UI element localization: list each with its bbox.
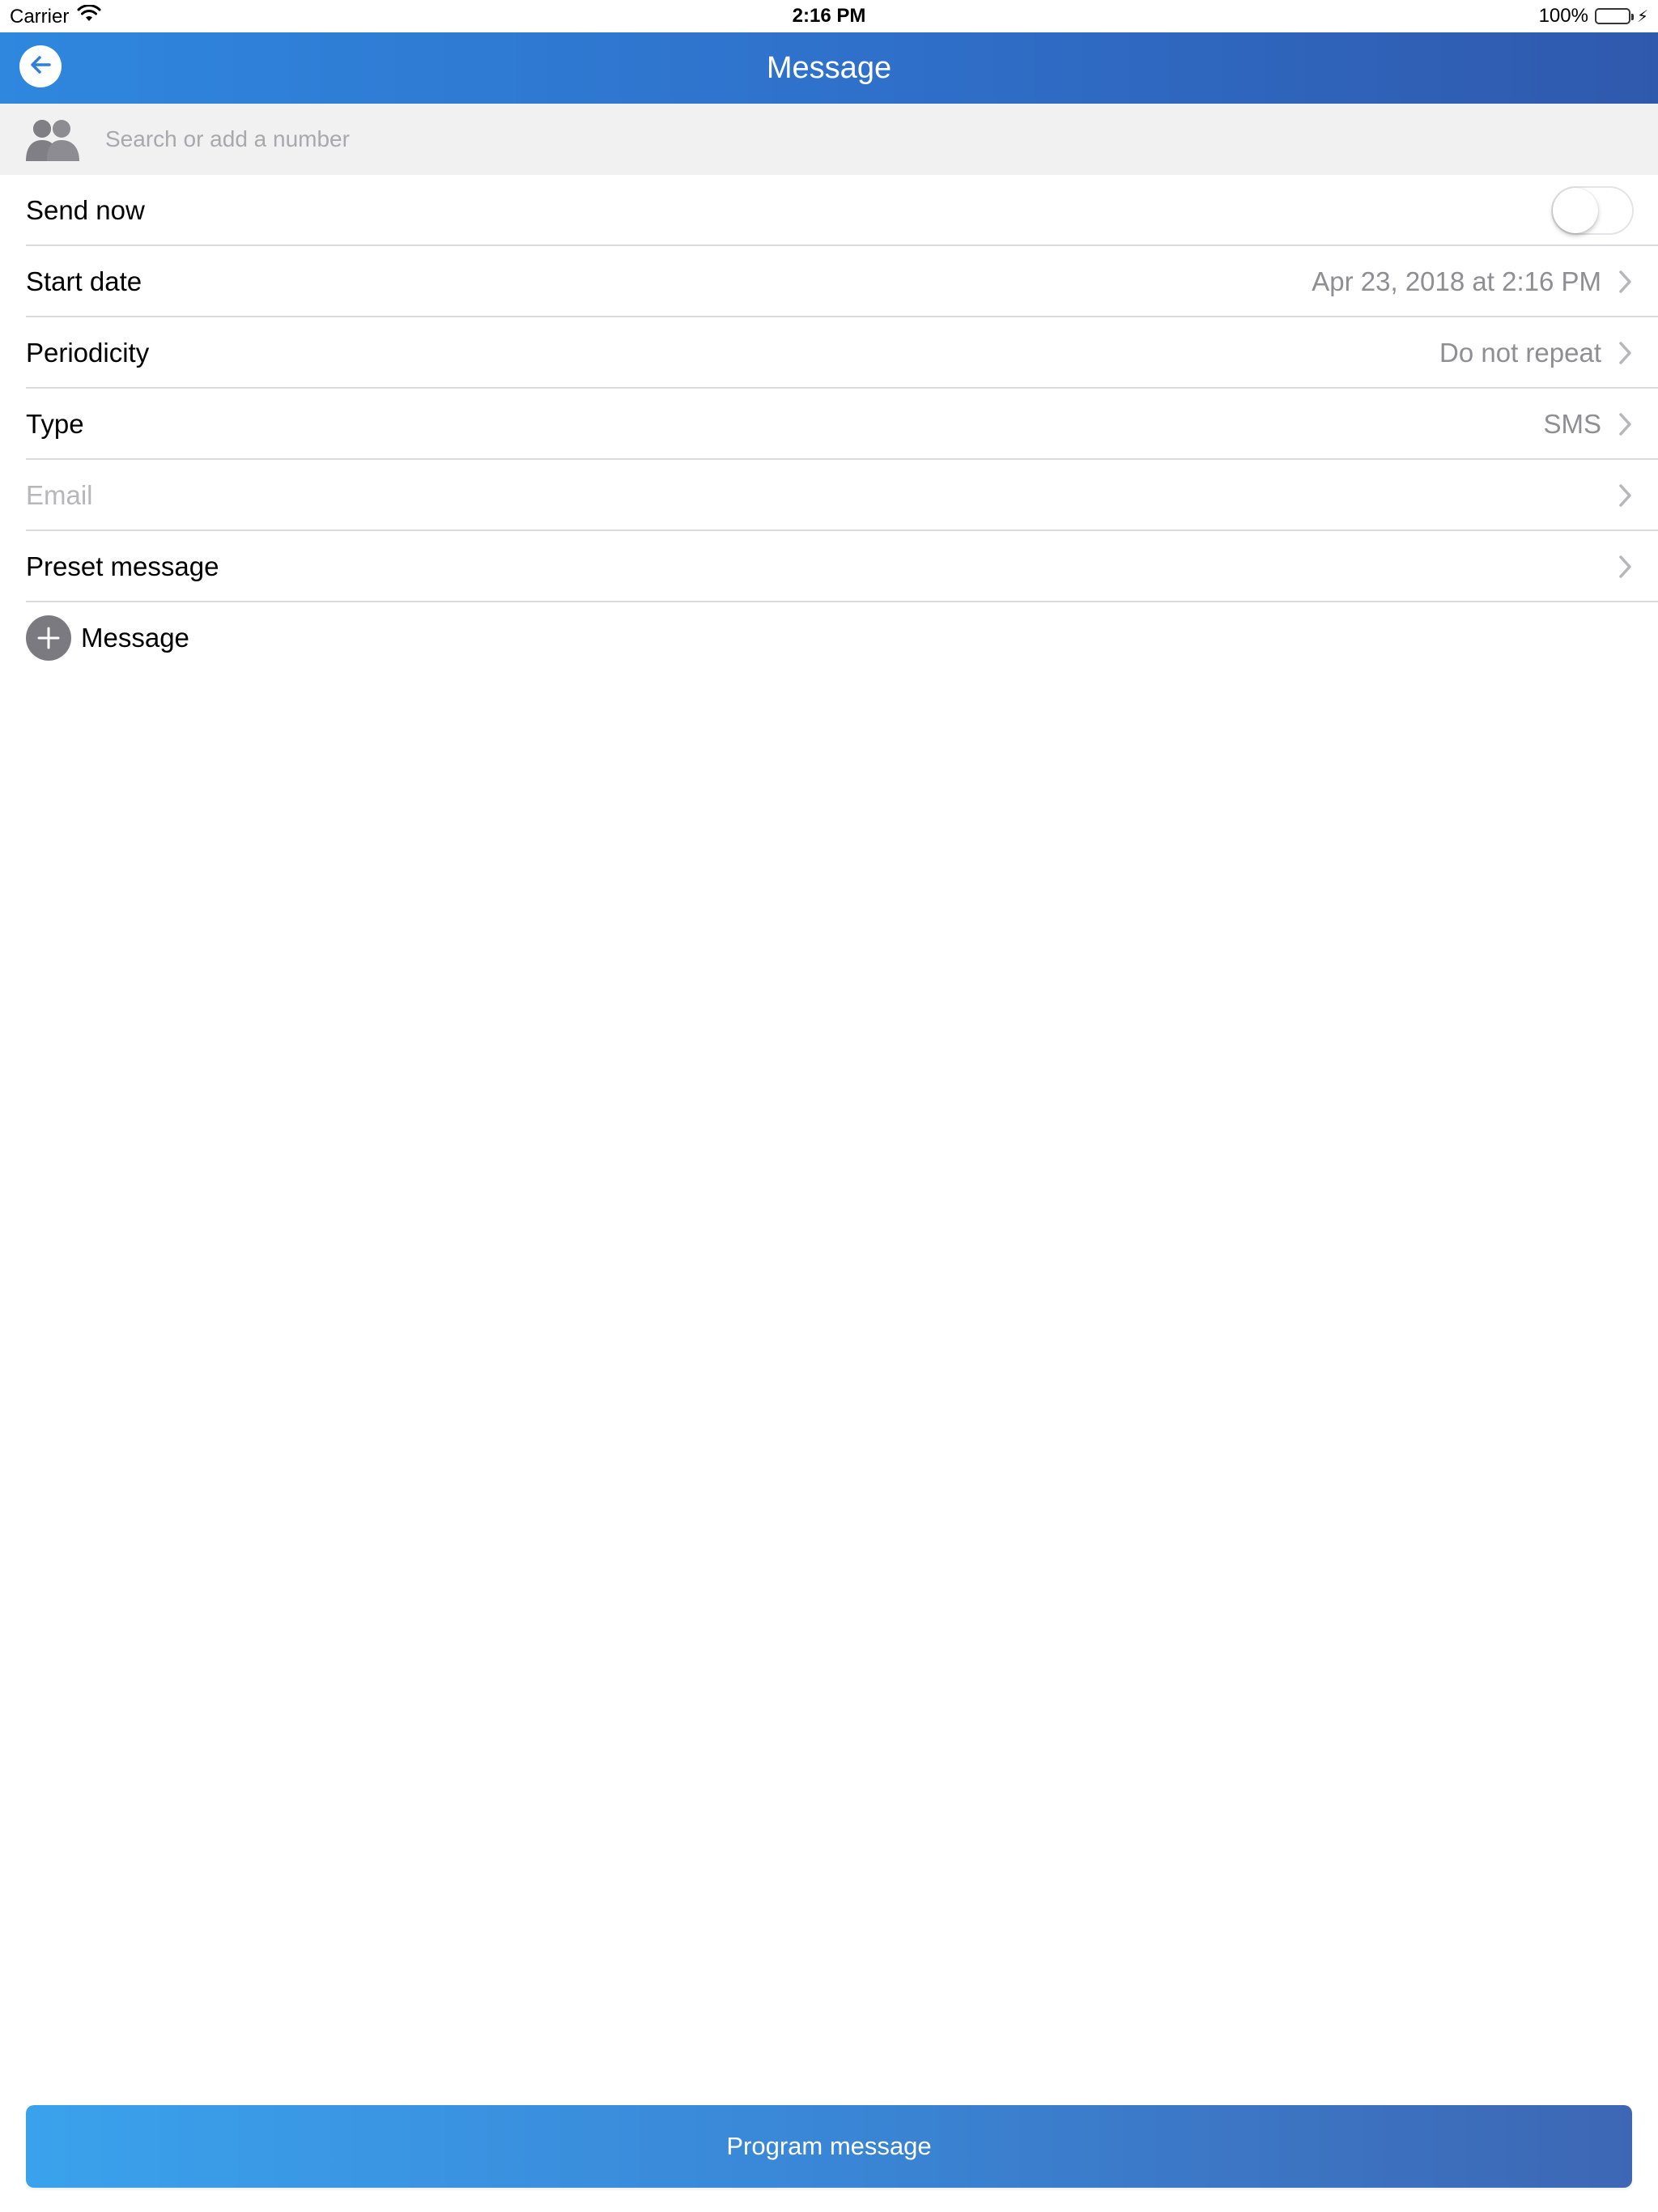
type-label: Type (26, 409, 84, 439)
send-now-label: Send now (26, 195, 145, 225)
search-input[interactable] (105, 115, 1627, 164)
chevron-right-icon (1619, 484, 1631, 507)
preset-message-row[interactable]: Preset message (0, 531, 1658, 602)
email-row[interactable]: Email (0, 460, 1658, 531)
email-label: Email (26, 480, 93, 510)
chevron-right-icon (1619, 342, 1631, 364)
chevron-right-icon (1619, 413, 1631, 436)
start-date-row[interactable]: Start date Apr 23, 2018 at 2:16 PM (0, 246, 1658, 317)
page-title: Message (766, 51, 892, 85)
search-bar (0, 104, 1658, 175)
toggle-knob (1553, 188, 1598, 233)
chevron-right-icon (1619, 270, 1631, 293)
chevron-right-icon (1619, 555, 1631, 578)
charging-icon: ⚡ (1636, 7, 1648, 26)
nav-bar: Message (0, 32, 1658, 104)
program-message-button[interactable]: Program message (26, 2105, 1632, 2188)
add-message-row[interactable]: Message (0, 602, 1658, 674)
plus-circle-icon[interactable] (26, 615, 71, 661)
periodicity-value: Do not repeat (1439, 338, 1601, 368)
type-row[interactable]: Type SMS (0, 389, 1658, 460)
periodicity-label: Periodicity (26, 338, 150, 368)
form-list: Send now Start date Apr 23, 2018 at 2:16… (0, 175, 1658, 674)
send-now-toggle[interactable] (1551, 186, 1634, 235)
send-now-row: Send now (0, 175, 1658, 246)
battery-icon (1594, 8, 1634, 24)
start-date-label: Start date (26, 266, 142, 296)
status-time: 2:16 PM (792, 5, 866, 27)
periodicity-row[interactable]: Periodicity Do not repeat (0, 317, 1658, 389)
start-date-value: Apr 23, 2018 at 2:16 PM (1312, 266, 1601, 296)
status-bar: Carrier 2:16 PM 100% ⚡ (0, 0, 1658, 32)
add-message-label: Message (81, 623, 189, 653)
preset-message-label: Preset message (26, 551, 219, 581)
battery-percent: 100% (1538, 5, 1588, 27)
contacts-icon[interactable] (24, 117, 81, 163)
type-value: SMS (1543, 409, 1601, 439)
status-right: 100% ⚡ (1539, 5, 1648, 28)
